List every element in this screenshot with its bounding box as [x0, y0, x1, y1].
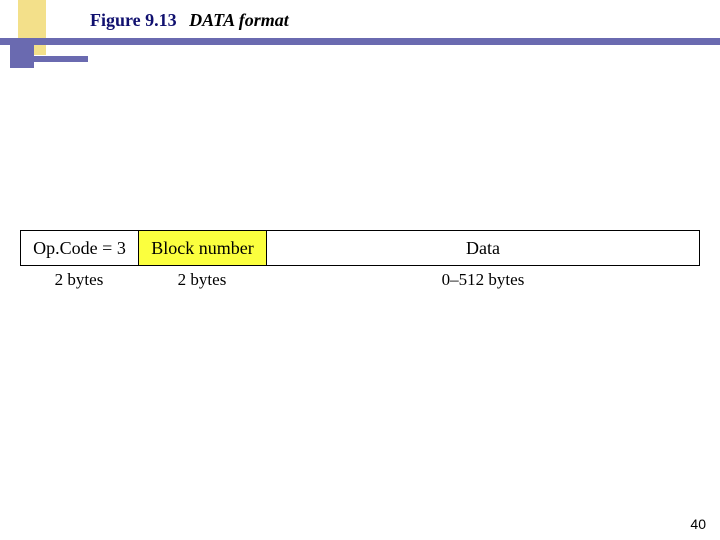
- size-block-number: 2 bytes: [138, 270, 266, 290]
- size-data: 0–512 bytes: [266, 270, 700, 290]
- packet-sizes-row: 2 bytes 2 bytes 0–512 bytes: [20, 270, 700, 290]
- field-opcode: Op.Code = 3: [21, 231, 139, 265]
- figure-name: DATA format: [189, 10, 289, 30]
- figure-number: Figure 9.13: [90, 10, 177, 30]
- slide-accent-deco: [0, 0, 100, 80]
- page-number: 40: [690, 516, 706, 532]
- packet-fields-row: Op.Code = 3 Block number Data: [20, 230, 700, 266]
- size-opcode: 2 bytes: [20, 270, 138, 290]
- field-block-number: Block number: [139, 231, 267, 265]
- packet-diagram: Op.Code = 3 Block number Data 2 bytes 2 …: [20, 230, 700, 290]
- figure-title: Figure 9.13 DATA format: [90, 10, 289, 31]
- field-data: Data: [267, 231, 699, 265]
